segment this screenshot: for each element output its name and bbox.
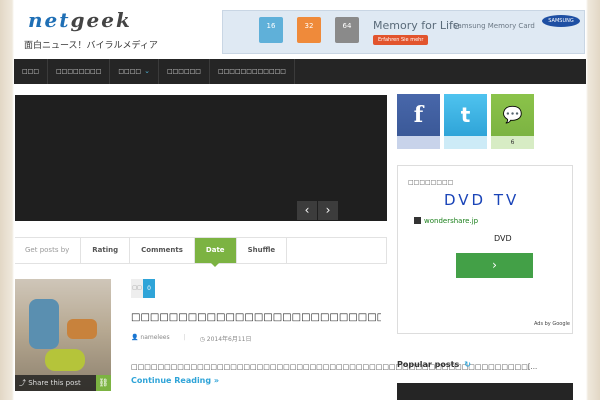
- twitter-count: [444, 136, 487, 149]
- main-nav: □□□ □□□□□□□□ □□□□ ⌄ □□□□□□ □□□□□□□□□□□□: [14, 59, 586, 84]
- sort-tabs: Get posts by Rating Comments Date Shuffl…: [15, 237, 387, 267]
- excerpt-text: □□□□□□□□□□□□□□□□□□□□□□□□□□□□□□□□□□□□□□□□…: [131, 363, 538, 371]
- samsung-logo: SAMSUNG: [542, 15, 580, 27]
- banner-subtext: Samsung Memory Card: [453, 22, 535, 30]
- slider-next-button[interactable]: ›: [318, 201, 338, 220]
- ad-choices[interactable]: Ads by Google: [534, 321, 570, 327]
- card-size: 16: [266, 22, 276, 30]
- comments-share[interactable]: 💬 6: [491, 94, 534, 149]
- date-text: 2014年6月11日: [206, 336, 252, 343]
- ad-arrow-button[interactable]: ›: [456, 253, 533, 278]
- memory-card-64: 64: [335, 17, 359, 43]
- share-label: Share this post: [28, 379, 81, 387]
- twitter-icon: t: [444, 94, 487, 136]
- thumb-shape: [67, 319, 97, 339]
- author-name: namelees: [140, 334, 170, 341]
- post-author[interactable]: 👤 namelees: [131, 334, 170, 343]
- link-icon[interactable]: ⛓: [96, 375, 111, 391]
- thumb-shape: [29, 299, 59, 349]
- facebook-icon: f: [397, 94, 440, 136]
- continue-reading-link[interactable]: Continue Reading »: [131, 376, 219, 385]
- nav-item-4[interactable]: □□□□□□: [159, 59, 210, 84]
- facebook-count: [397, 136, 440, 149]
- meta-divider: |: [183, 334, 186, 341]
- card-size: 64: [342, 22, 352, 30]
- facebook-share[interactable]: f: [397, 94, 440, 149]
- post-stat-label: □□: [131, 279, 143, 298]
- tab-shuffle[interactable]: Shuffle: [237, 238, 288, 263]
- share-icon: ⤴: [19, 379, 29, 387]
- page: netgeek 面白ニュース！バイラルメディア 16 32 64 Memory …: [0, 0, 600, 400]
- ad-text: DVD: [494, 234, 512, 243]
- nav-item-label: □□□□: [118, 68, 142, 75]
- popular-label: Popular posts: [397, 360, 460, 369]
- memory-card-32: 32: [297, 17, 321, 43]
- ad-title[interactable]: DVD TV: [444, 191, 519, 209]
- nav-item-2[interactable]: □□□□□□□□: [48, 59, 111, 84]
- refresh-icon[interactable]: ↻: [464, 360, 471, 369]
- nav-item-dropdown[interactable]: □□□□ ⌄: [110, 59, 159, 84]
- post-date: ◷ 2014年6月11日: [200, 334, 252, 343]
- post-comment-count[interactable]: 0: [143, 279, 155, 298]
- popular-posts-list[interactable]: [397, 383, 573, 400]
- banner-headline: Memory for Life: [373, 19, 460, 32]
- post-title[interactable]: □□□□□□□□□□□□□□□□□□□□□□□□□□□□□□□□□□□□□□□□…: [131, 312, 381, 323]
- ad-heading: □□□□□□□□: [408, 179, 454, 186]
- tab-comments[interactable]: Comments: [130, 238, 195, 263]
- ad-source[interactable]: wondershare.jp: [414, 217, 478, 225]
- tab-date[interactable]: Date: [194, 238, 237, 267]
- user-icon: 👤: [131, 334, 141, 341]
- banner-cta-button[interactable]: Erfahren Sie mehr: [373, 35, 429, 45]
- memory-card-16: 16: [259, 17, 283, 43]
- slider-prev-button[interactable]: ‹: [297, 201, 317, 220]
- card-size: 32: [304, 22, 314, 30]
- site-tagline: 面白ニュース！バイラルメディア: [24, 41, 158, 51]
- banner-ad[interactable]: 16 32 64 Memory for Life Samsung Memory …: [222, 10, 585, 54]
- tabs-label: Get posts by: [15, 238, 82, 263]
- nav-item-5[interactable]: □□□□□□□□□□□□: [210, 59, 295, 84]
- site-logo[interactable]: netgeek: [28, 8, 132, 32]
- nav-item-home[interactable]: □□□: [14, 59, 49, 84]
- post-meta: 👤 namelees | ◷ 2014年6月11日: [131, 334, 252, 343]
- sidebar-ad[interactable]: □□□□□□□□ DVD TV wondershare.jp DVD › Ads…: [397, 165, 573, 334]
- share-this-post[interactable]: ⤴ Share this post: [15, 375, 96, 391]
- popular-posts-heading: Popular posts ↻: [397, 360, 471, 369]
- post-excerpt: □□□□□□□□□□□□□□□□□□□□□□□□□□□□□□□□□□□□□□□□…: [131, 360, 537, 388]
- logo-geek: geek: [70, 8, 132, 32]
- logo-net: net: [28, 8, 71, 32]
- chevron-down-icon: ⌄: [144, 67, 150, 75]
- twitter-share[interactable]: t: [444, 94, 487, 149]
- comments-count: 6: [491, 136, 534, 149]
- thumb-shape: [45, 349, 85, 371]
- comment-icon: 💬: [491, 94, 534, 136]
- clock-icon: ◷: [199, 336, 207, 343]
- tab-rating[interactable]: Rating: [81, 238, 131, 263]
